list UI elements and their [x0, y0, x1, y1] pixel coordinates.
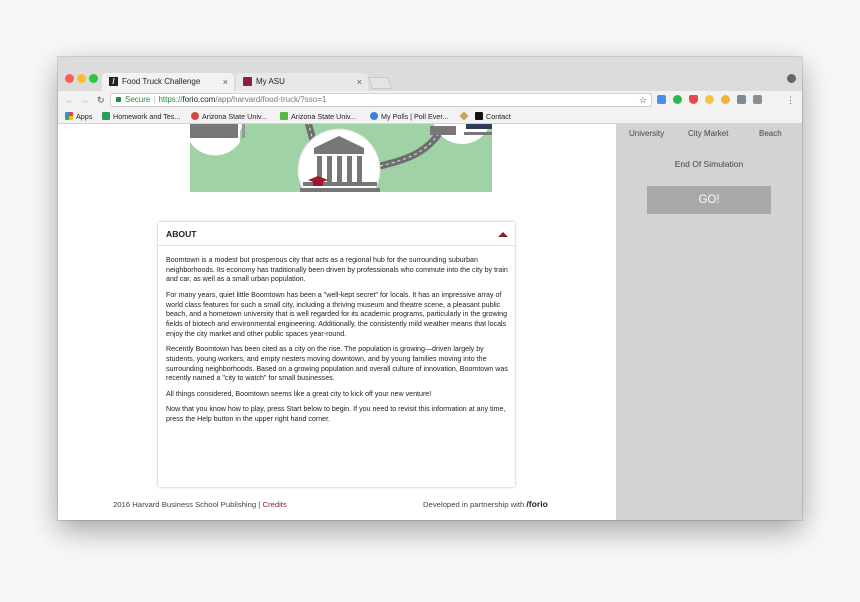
bookmark-contact[interactable]: Contact: [475, 112, 511, 121]
url-path: /app/harvard/food-truck/?sso=1: [215, 95, 327, 104]
url-scheme: https://: [158, 95, 183, 104]
footer-partner: Developed in partnership with /forio: [423, 499, 548, 509]
secure-label: Secure: [125, 95, 151, 104]
copyright-text: 2016 Harvard Business School Publishing …: [113, 500, 263, 509]
about-body: Boomtown is a modest but prosperous city…: [166, 256, 508, 431]
go-button[interactable]: GO!: [647, 186, 771, 214]
close-icon[interactable]: ×: [223, 73, 228, 91]
bookmark-label: Arizona State Univ...: [202, 112, 267, 121]
bookmark-homework[interactable]: Homework and Tes...: [102, 112, 180, 121]
bookmarks-bar: Apps Homework and Tes... Arizona State U…: [58, 109, 802, 124]
diamond-bookmark-icon: [459, 111, 469, 121]
bookmark-my-polls[interactable]: My Polls | Poll Ever...: [370, 112, 448, 121]
partner-text: Developed in partnership with: [423, 500, 527, 509]
more-menu-icon[interactable]: ⋮: [786, 94, 795, 106]
extension-grammarly-icon[interactable]: [673, 95, 682, 104]
poll-everywhere-icon: [370, 112, 378, 120]
browser-toolbar: ← → ↻ Secure | https://forio.com/app/harva…: [58, 91, 802, 109]
tab-strip: / Food Truck Challenge × My ASU ×: [58, 57, 802, 91]
extension-coin-icon[interactable]: [721, 95, 730, 104]
tab-title: Food Truck Challenge: [122, 77, 201, 86]
page-content: University City Market Beach End Of Simu…: [58, 124, 802, 520]
collapse-arrow-icon[interactable]: [498, 232, 508, 237]
bookmark-label: Apps: [76, 112, 93, 121]
reload-icon[interactable]: ↻: [97, 94, 105, 106]
about-header[interactable]: ABOUT: [158, 222, 515, 246]
about-paragraph: All things considered, Boomtown seems li…: [166, 389, 432, 398]
bookmark-star-icon[interactable]: ☆: [639, 94, 647, 106]
bookmark-label: My Polls | Poll Ever...: [381, 112, 449, 121]
url-host: forio.com: [182, 95, 216, 104]
location-city-market[interactable]: City Market: [688, 129, 728, 138]
bookmark-asu-2[interactable]: Arizona State Univ...: [280, 112, 356, 121]
asu-bookmark-icon: [191, 112, 199, 120]
extension-shield-icon[interactable]: [689, 95, 698, 104]
back-arrow-icon[interactable]: ←: [65, 94, 74, 106]
profile-icon[interactable]: [787, 74, 796, 83]
tab-title: My ASU: [256, 77, 285, 86]
location-university[interactable]: University: [629, 129, 664, 138]
bookmark-apps[interactable]: Apps: [65, 112, 92, 121]
p-bookmark-icon: [102, 112, 110, 120]
asu-favicon: [243, 77, 252, 86]
sidebar: University City Market Beach End Of Simu…: [616, 124, 802, 520]
forio-logo[interactable]: /forio: [526, 499, 547, 509]
zoom-window-button[interactable]: [89, 74, 98, 83]
browser-window: / Food Truck Challenge × My ASU × ← → ↻ …: [58, 57, 802, 520]
location-beach[interactable]: Beach: [759, 129, 782, 138]
minimize-window-button[interactable]: [77, 74, 86, 83]
apps-grid-icon: [65, 112, 73, 120]
about-paragraph: Now that you know how to play, press Sta…: [166, 405, 506, 424]
lock-icon: [116, 97, 121, 102]
city-map[interactable]: [172, 124, 496, 212]
asu-green-bookmark-icon: [280, 112, 288, 120]
address-bar[interactable]: Secure | https://forio.com/app/harvard/foo…: [110, 93, 652, 107]
forward-arrow-icon[interactable]: →: [80, 94, 89, 106]
extension-honey-icon[interactable]: [705, 95, 714, 104]
forio-favicon: /: [109, 77, 118, 86]
about-paragraph: Recently Boomtown has been cited as a ci…: [166, 345, 508, 383]
credits-link[interactable]: Credits: [262, 500, 286, 509]
tab-my-asu[interactable]: My ASU ×: [236, 73, 368, 91]
bookmark-label: Homework and Tes...: [113, 112, 181, 121]
about-title: ABOUT: [166, 229, 197, 239]
city-map-illustration: [172, 124, 496, 212]
x-bookmark-icon: [475, 112, 483, 120]
about-paragraph: Boomtown is a modest but prosperous city…: [166, 256, 508, 284]
close-icon[interactable]: ×: [357, 73, 362, 91]
about-paragraph: For many years, quiet little Boomtown ha…: [166, 290, 508, 338]
bookmark-label: Arizona State Univ...: [291, 112, 356, 121]
extension-lock-icon[interactable]: [753, 95, 762, 104]
extension-puzzle-icon[interactable]: [737, 95, 746, 104]
about-panel: ABOUT Boomtown is a modest but prosperou…: [158, 222, 515, 487]
footer-copyright: 2016 Harvard Business School Publishing …: [113, 500, 287, 509]
bookmark-asu-1[interactable]: Arizona State Univ...: [191, 112, 267, 121]
end-simulation-label: End Of Simulation: [674, 159, 744, 169]
tab-food-truck-challenge[interactable]: / Food Truck Challenge ×: [102, 73, 234, 91]
extension-chart-icon[interactable]: [657, 95, 666, 104]
new-tab-button[interactable]: [367, 77, 393, 89]
close-window-button[interactable]: [65, 74, 74, 83]
bookmark-label: Contact: [486, 112, 511, 121]
